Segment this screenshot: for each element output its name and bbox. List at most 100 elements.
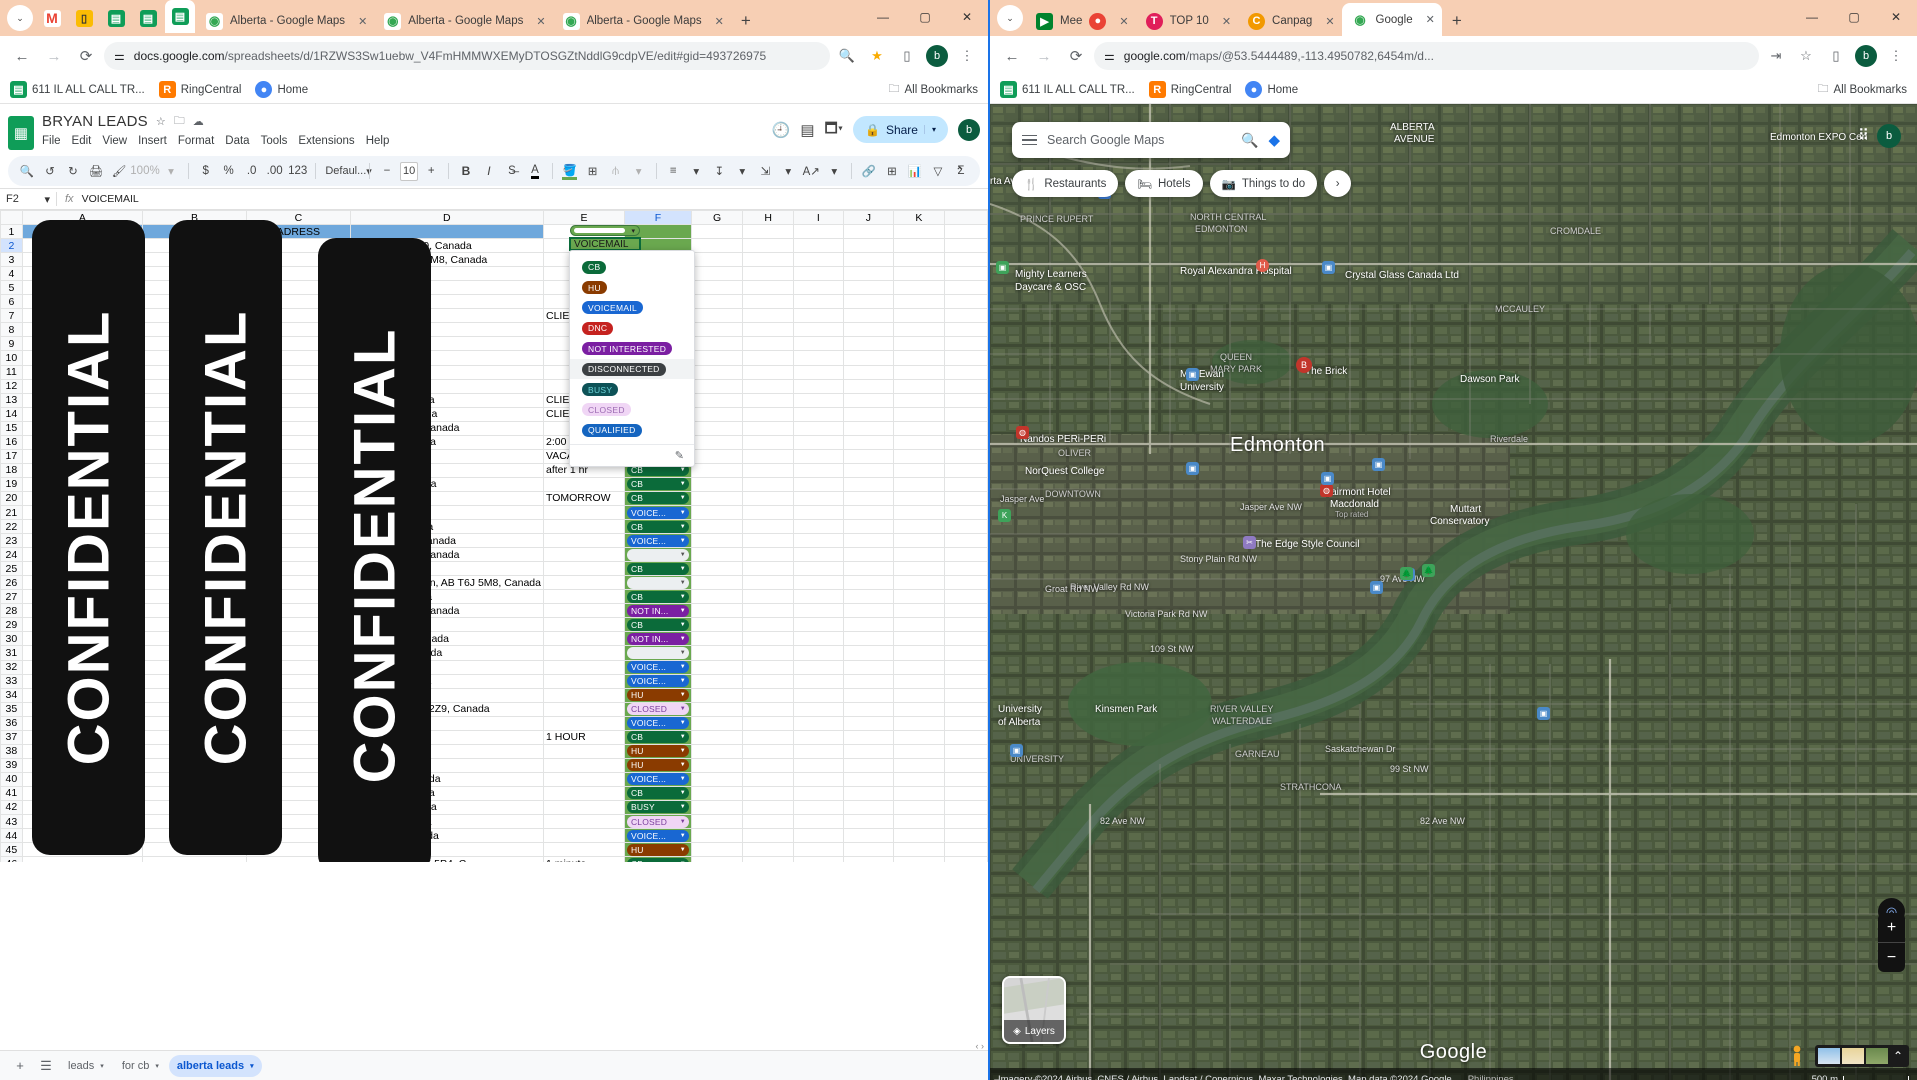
chrome-menu-icon[interactable]: ⋮	[954, 43, 980, 69]
cell-f19[interactable]: CB ▼	[623, 476, 692, 492]
cell-f21[interactable]: VOICE... ▼	[623, 504, 692, 521]
table-row[interactable]: 52 St NE, d	[0, 280, 988, 296]
all-sheets-button[interactable]: ☰	[34, 1054, 58, 1078]
forward-button[interactable]: →	[40, 42, 68, 70]
cell-k29[interactable]	[892, 617, 945, 633]
cell-i32[interactable]	[793, 659, 844, 675]
cell-k22[interactable]	[892, 519, 945, 535]
table-row[interactable]: 20t SW, CTOMORROWCB▼	[0, 490, 988, 506]
chevron-down-icon[interactable]: ▼	[680, 481, 686, 487]
cell-e41[interactable]	[543, 785, 625, 801]
cell-i40[interactable]	[793, 771, 844, 787]
column-header-h[interactable]: H	[742, 210, 795, 226]
cell-e46[interactable]: 1 minute	[543, 856, 625, 862]
cell-f43[interactable]: CLOSED ▼	[623, 814, 692, 830]
cell-l35[interactable]	[943, 701, 988, 717]
directions-icon[interactable]: ◆	[1268, 131, 1280, 149]
tab-meet[interactable]: ▶ Mee ● ✕	[1026, 6, 1136, 36]
cell-h40[interactable]	[742, 771, 795, 787]
status-chip[interactable]: NOT IN... ▼	[626, 632, 689, 645]
new-tab-button[interactable]: +	[731, 11, 761, 36]
row-header-43[interactable]: 43	[0, 814, 23, 830]
cell-k45[interactable]	[892, 842, 945, 858]
row-header-18[interactable]: 18	[0, 462, 23, 478]
table-row[interactable]: 4123 Ave N CanadaCB▼	[0, 785, 988, 801]
row-header-45[interactable]: 45	[0, 842, 23, 858]
chevron-down-icon[interactable]: ▾	[250, 1062, 254, 1070]
cell-k32[interactable]	[892, 659, 945, 675]
cell-i12[interactable]	[793, 378, 844, 394]
bookmark-home[interactable]: ● Home	[255, 81, 308, 98]
table-row[interactable]: 42cewan Dr CanadaBUSY▼	[0, 799, 988, 816]
cell-b46[interactable]	[141, 856, 248, 862]
dropdown-option-busy[interactable]: BUSY	[570, 379, 694, 399]
menu-format[interactable]: Format	[178, 135, 214, 147]
dropdown-option-not-interested[interactable]: NOT INTERESTED	[570, 339, 694, 359]
row-header-33[interactable]: 33	[0, 673, 23, 689]
cell-k6[interactable]	[892, 294, 945, 310]
borders-button[interactable]: ⊞	[583, 160, 603, 182]
cell-k33[interactable]	[892, 673, 945, 689]
cell-g29[interactable]	[690, 617, 744, 633]
wrap-caret-icon[interactable]: ▾	[778, 160, 798, 182]
cell-e34[interactable]	[543, 687, 625, 703]
chevron-down-icon[interactable]: ▼	[680, 861, 686, 862]
cell-e24[interactable]	[543, 547, 625, 563]
cell-l19[interactable]	[943, 476, 988, 492]
cell-l23[interactable]	[943, 533, 988, 549]
row-header-4[interactable]: 4	[0, 266, 23, 282]
row-header-20[interactable]: 20	[0, 490, 23, 506]
cell-i46[interactable]	[793, 856, 844, 862]
cell-j36[interactable]	[842, 715, 894, 731]
cell-l9[interactable]	[943, 336, 988, 352]
cell-j12[interactable]	[842, 378, 894, 394]
cell-h30[interactable]	[742, 631, 795, 647]
cell-e23[interactable]	[543, 533, 625, 549]
cell-k17[interactable]	[892, 448, 945, 464]
cell-i23[interactable]	[793, 533, 844, 549]
poi-marker-c[interactable]: ▣	[1321, 472, 1334, 485]
tab-search-icon[interactable]: ⌄	[7, 5, 33, 31]
cell-g10[interactable]	[690, 350, 744, 366]
bookmark-star-icon[interactable]: ☆	[1793, 43, 1819, 69]
cell-e33[interactable]	[543, 673, 625, 689]
status-chip[interactable]: BUSY ▼	[626, 801, 689, 814]
cell-e36[interactable]	[543, 715, 625, 731]
cell-h17[interactable]	[742, 448, 795, 464]
document-title[interactable]: BRYAN LEADS	[42, 113, 148, 130]
status-chip[interactable]: ▼	[626, 646, 689, 659]
chevron-down-icon[interactable]: ▼	[680, 594, 686, 600]
cell-k34[interactable]	[892, 687, 945, 703]
chevron-down-icon[interactable]: ▼	[680, 608, 686, 614]
cell-l18[interactable]	[943, 462, 988, 478]
cell-h28[interactable]	[742, 603, 795, 619]
cell-g35[interactable]	[690, 701, 744, 717]
cell-k42[interactable]	[892, 799, 945, 816]
poi-marker-b[interactable]: ▣	[1372, 458, 1385, 471]
cell-g38[interactable]	[690, 743, 744, 759]
cell-e42[interactable]	[543, 799, 625, 816]
cell-f25[interactable]: CB ▼	[623, 561, 692, 577]
tab-alberta-maps-2[interactable]: ◉ Alberta - Google Maps ✕	[374, 6, 552, 36]
merge-caret-icon[interactable]: ▾	[629, 160, 649, 182]
cell-l13[interactable]	[943, 392, 988, 408]
cell-l34[interactable]	[943, 687, 988, 703]
google-account-avatar[interactable]: b	[1877, 124, 1901, 148]
chevron-down-icon[interactable]: ▼	[680, 748, 686, 754]
cell-f23[interactable]: VOICE... ▼	[623, 533, 692, 549]
new-tab-button[interactable]: +	[1442, 11, 1472, 36]
table-row[interactable]: 21t NW, CVOICE...▼	[0, 504, 988, 521]
chevron-down-icon[interactable]: ▼	[680, 762, 686, 768]
cell-g36[interactable]	[690, 715, 744, 731]
pencil-icon[interactable]: ✎	[675, 449, 684, 462]
chevron-down-icon[interactable]: ▼	[680, 833, 686, 839]
cell-l43[interactable]	[943, 814, 988, 830]
cell-k24[interactable]	[892, 547, 945, 563]
cell-g31[interactable]	[690, 645, 744, 661]
table-row[interactable]: 39eritage DHU▼	[0, 757, 988, 773]
cell-i10[interactable]	[793, 350, 844, 366]
cell-k9[interactable]	[892, 336, 945, 352]
cell-f37[interactable]: CB ▼	[623, 729, 692, 745]
cell-i41[interactable]	[793, 785, 844, 801]
cell-f36[interactable]: VOICE... ▼	[623, 715, 692, 731]
